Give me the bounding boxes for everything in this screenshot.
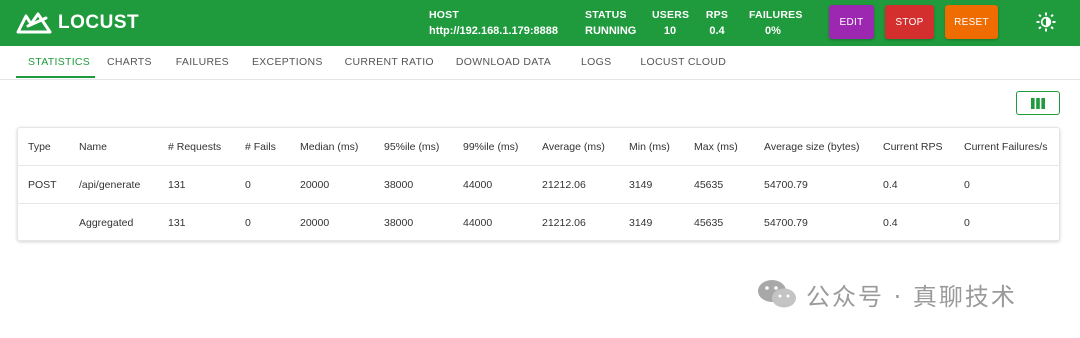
failures-stat: FAILURES 0% <box>749 7 803 39</box>
table-cell: 0.4 <box>883 217 898 229</box>
app-name: LOCUST <box>58 12 140 33</box>
table-cell: 0 <box>964 217 970 229</box>
column-header[interactable]: Min (ms) <box>629 128 670 166</box>
tab-bar: STATISTICS CHARTS FAILURES EXCEPTIONS CU… <box>16 46 726 80</box>
rps-label: RPS <box>705 9 729 21</box>
columns-icon <box>1031 97 1045 109</box>
reset-button[interactable]: RESET <box>945 5 998 39</box>
column-header[interactable]: Type <box>28 128 51 166</box>
table-cell: 3149 <box>629 179 653 191</box>
tab-current-ratio[interactable]: CURRENT RATIO <box>345 46 434 78</box>
status-label: STATUS <box>585 9 627 21</box>
rps-stat: RPS 0.4 <box>704 7 730 39</box>
column-header[interactable]: Median (ms) <box>300 128 358 166</box>
table-cell: 20000 <box>300 217 330 229</box>
table-header-row: Type Name # Requests # Fails Median (ms)… <box>18 128 1059 166</box>
table-cell: 21212.06 <box>542 179 586 191</box>
stop-button[interactable]: STOP <box>885 5 934 39</box>
table-cell: 131 <box>168 179 186 191</box>
column-header[interactable]: Current Failures/s <box>964 128 1047 166</box>
table-cell: /api/generate <box>79 179 141 191</box>
column-header[interactable]: Average size (bytes) <box>764 128 860 166</box>
tab-charts[interactable]: CHARTS <box>107 46 152 78</box>
watermark: 公众号 · 真聊技术 <box>756 278 1017 311</box>
table-cell: Aggregated <box>79 217 134 229</box>
users-label: USERS <box>652 9 690 21</box>
table-cell: 38000 <box>384 179 414 191</box>
host-value: http://192.168.1.179:8888 <box>429 25 559 37</box>
table-row: POST /api/generate 131 0 20000 38000 440… <box>18 166 1059 204</box>
locust-icon <box>16 12 52 34</box>
tab-logs[interactable]: LOGS <box>581 46 611 78</box>
table-cell: 45635 <box>694 179 724 191</box>
tab-statistics[interactable]: STATISTICS <box>16 46 95 78</box>
watermark-text: 公众号 · 真聊技术 <box>806 282 1017 311</box>
users-stat: USERS 10 <box>652 7 690 39</box>
edit-button[interactable]: EDIT <box>829 5 874 39</box>
table-cell: POST <box>28 179 57 191</box>
table-cell: 20000 <box>300 179 330 191</box>
table-cell: 54700.79 <box>764 217 808 229</box>
failures-label: FAILURES <box>749 9 803 21</box>
host-label: HOST <box>429 9 459 21</box>
column-header[interactable]: # Requests <box>168 128 221 166</box>
table-cell: 44000 <box>463 179 493 191</box>
status-value: RUNNING <box>585 25 637 37</box>
column-header[interactable]: 99%ile (ms) <box>463 128 518 166</box>
table-cell: 45635 <box>694 217 724 229</box>
column-header[interactable]: Current RPS <box>883 128 943 166</box>
column-header[interactable]: # Fails <box>245 128 276 166</box>
statistics-table: Type Name # Requests # Fails Median (ms)… <box>17 127 1060 241</box>
table-cell: 131 <box>168 217 186 229</box>
table-cell: 44000 <box>463 217 493 229</box>
table-cell: 38000 <box>384 217 414 229</box>
tab-exceptions[interactable]: EXCEPTIONS <box>252 46 323 78</box>
table-cell: 0 <box>964 179 970 191</box>
table-cell: 0 <box>245 179 251 191</box>
tab-download-data[interactable]: DOWNLOAD DATA <box>456 46 551 78</box>
column-header[interactable]: Average (ms) <box>542 128 605 166</box>
tab-failures[interactable]: FAILURES <box>176 46 229 78</box>
table-cell: 0.4 <box>883 179 898 191</box>
users-value: 10 <box>663 25 677 37</box>
table-cell: 21212.06 <box>542 217 586 229</box>
theme-toggle-icon[interactable] <box>1036 12 1056 32</box>
tab-divider <box>0 79 1080 80</box>
top-bar: LOCUST HOST http://192.168.1.179:8888 ST… <box>0 0 1080 46</box>
host-stat: HOST http://192.168.1.179:8888 <box>429 7 558 39</box>
column-header[interactable]: 95%ile (ms) <box>384 128 439 166</box>
status-stat: STATUS RUNNING <box>585 7 636 39</box>
wechat-icon <box>758 280 796 308</box>
column-selector-button[interactable] <box>1016 91 1060 115</box>
table-row: Aggregated 131 0 20000 38000 44000 21212… <box>18 204 1059 242</box>
table-cell: 3149 <box>629 217 653 229</box>
tab-locust-cloud[interactable]: LOCUST CLOUD <box>640 46 726 78</box>
column-header[interactable]: Name <box>79 128 107 166</box>
table-cell: 0 <box>245 217 251 229</box>
failures-value: 0% <box>765 25 781 37</box>
locust-logo[interactable]: LOCUST <box>16 9 139 37</box>
table-cell: 54700.79 <box>764 179 808 191</box>
rps-value: 0.4 <box>709 25 725 37</box>
column-header[interactable]: Max (ms) <box>694 128 738 166</box>
